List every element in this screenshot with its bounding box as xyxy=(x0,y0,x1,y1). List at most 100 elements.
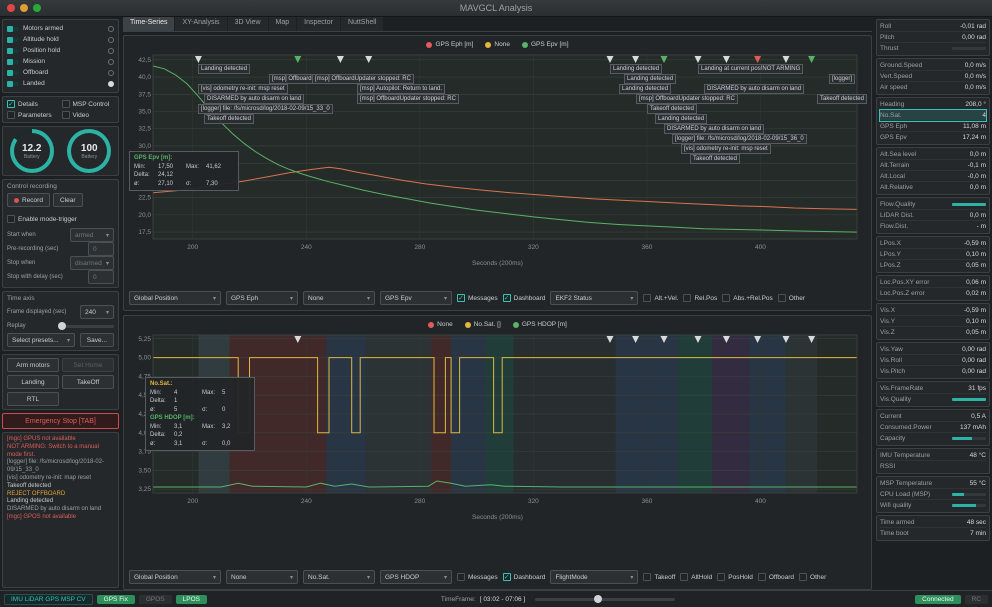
timeaxis-title: Time axis xyxy=(7,295,114,302)
select-stop-when[interactable]: disarmed▾ xyxy=(70,256,114,270)
checkbox-parameters[interactable]: Parameters xyxy=(7,111,60,119)
checkbox-video[interactable]: Video xyxy=(62,111,115,119)
tab-nuttshell[interactable]: NuttShell xyxy=(341,17,383,31)
checkbox-poshold[interactable]: PosHold xyxy=(717,573,753,581)
flag-toggle-icon xyxy=(7,27,19,31)
chevron-down-icon: ▾ xyxy=(106,309,109,316)
slider-knob[interactable] xyxy=(594,595,602,603)
x-tick-label: 280 xyxy=(414,498,425,505)
select-global-position[interactable]: Global Position▾ xyxy=(129,291,221,305)
chevron-down-icon: ▾ xyxy=(67,337,70,344)
legend-label: GPS Eph [m] xyxy=(435,41,473,48)
tab-inspector[interactable]: Inspector xyxy=(297,17,340,31)
select-gps-hdop[interactable]: GPS HDOP▾ xyxy=(380,570,452,584)
checkbox-dashboard[interactable]: ✓Dashboard xyxy=(503,294,546,302)
checkbox-messages[interactable]: Messages xyxy=(457,573,498,581)
flag-led-indicator xyxy=(108,70,114,76)
select-flightmode[interactable]: FlightMode▾ xyxy=(550,570,638,584)
slider-knob[interactable] xyxy=(58,322,66,330)
select-none[interactable]: None▾ xyxy=(226,570,298,584)
chevron-down-icon: ▾ xyxy=(213,574,216,581)
telemetry-value: 0,06 m xyxy=(966,279,986,286)
close-button[interactable] xyxy=(7,4,15,12)
y-tick-label: 4,00 xyxy=(138,430,151,437)
checkbox-label: PosHold xyxy=(728,574,753,581)
command-rtl[interactable]: RTL xyxy=(7,392,59,406)
telemetry-group: IMU Temperature48 °CRSSI xyxy=(876,448,990,474)
replay-slider[interactable] xyxy=(58,325,114,328)
y-tick-label: 32,5 xyxy=(138,126,151,133)
select-value: armed xyxy=(75,232,93,239)
telemetry-row-vis-roll: Vis.Roll0,00 rad xyxy=(880,355,986,366)
tab-map[interactable]: Map xyxy=(269,17,297,31)
telemetry-label: MSP Temperature xyxy=(880,480,932,487)
checkbox-icon xyxy=(643,573,651,581)
flag-led-indicator xyxy=(108,81,114,87)
record-button[interactable]: Record xyxy=(7,193,50,207)
select-no-sat[interactable]: No.Sat.▾ xyxy=(303,570,375,584)
mode-trigger-checkbox[interactable]: Enable mode-trigger xyxy=(7,215,77,223)
value-bar xyxy=(952,398,986,401)
legend-item: None xyxy=(428,321,453,328)
telemetry-value: 137 mAh xyxy=(960,424,986,431)
left-sidebar: Motors armedAltitude holdPosition holdMi… xyxy=(0,17,121,590)
checkbox-other[interactable]: Other xyxy=(799,573,826,581)
telemetry-value: 208,0 ° xyxy=(965,101,986,108)
checkbox-details[interactable]: ✓Details xyxy=(7,100,60,108)
command-arm-motors[interactable]: Arm motors xyxy=(7,358,59,372)
telemetry-label: Time armed xyxy=(880,519,914,526)
select-ekf2-status[interactable]: EKF2 Status▾ xyxy=(550,291,638,305)
checkbox-dashboard[interactable]: ✓Dashboard xyxy=(503,573,546,581)
time-series-chart-bottom[interactable]: 3,253,503,754,004,254,504,755,005,252002… xyxy=(127,331,863,509)
checkbox-icon: ✓ xyxy=(503,294,511,302)
chart-controls-bottom: Global Position▾ None▾ No.Sat.▾ GPS HDOP▾ Me… xyxy=(127,568,868,587)
checkbox-althold[interactable]: AltHold xyxy=(680,573,712,581)
y-tick-label: 3,75 xyxy=(138,449,151,456)
command-landing[interactable]: Landing xyxy=(7,375,59,389)
time-series-chart-top[interactable]: 17,520,022,525,027,530,032,535,037,540,0… xyxy=(127,51,863,255)
select-gps-epv[interactable]: GPS Epv▾ xyxy=(380,291,452,305)
save-preset-button[interactable]: Save... xyxy=(80,333,114,347)
legend-dot-icon xyxy=(485,42,491,48)
telemetry-label: Roll xyxy=(880,23,891,30)
y-tick-label: 3,25 xyxy=(138,486,151,493)
checkbox-offboard[interactable]: Offboard xyxy=(758,573,794,581)
tab-xy-analysis[interactable]: XY-Analysis xyxy=(175,17,226,31)
frame-displayed-select[interactable]: 240▾ xyxy=(80,305,114,319)
checkbox-msp-control[interactable]: MSP Control xyxy=(62,100,115,108)
telemetry-label: Vert.Speed xyxy=(880,73,912,80)
log-message: REJECT OFFBOARD xyxy=(7,491,114,499)
telemetry-value: -0,01 rad xyxy=(960,23,986,30)
select-value: disarmed xyxy=(75,260,102,267)
checkbox-abs-rel-pos[interactable]: Abs.+Rel.Pos xyxy=(722,294,773,302)
select-start-when[interactable]: armed▾ xyxy=(70,228,114,242)
flag-row-mission: Mission xyxy=(7,56,114,67)
telemetry-label: Vis.X xyxy=(880,307,895,314)
telemetry-value: 17,24 m xyxy=(963,134,987,141)
select-none[interactable]: None▾ xyxy=(303,291,375,305)
spinner-pre-recording-sec[interactable]: 0 xyxy=(88,242,114,256)
maximize-button[interactable] xyxy=(33,4,41,12)
checkbox-rel-pos[interactable]: Rel.Pos xyxy=(683,294,717,302)
checkbox-other[interactable]: Other xyxy=(778,294,805,302)
minimize-button[interactable] xyxy=(20,4,28,12)
checkbox-messages[interactable]: ✓Messages xyxy=(457,294,498,302)
tab-3d-view[interactable]: 3D View xyxy=(228,17,268,31)
select-gps-eph[interactable]: GPS Eph▾ xyxy=(226,291,298,305)
telemetry-group: MSP Temperature55 °CCPU Load (MSP)Wifi q… xyxy=(876,476,990,513)
clear-button[interactable]: Clear xyxy=(53,193,83,207)
checkbox-takeoff[interactable]: Takeoff xyxy=(643,573,675,581)
timeframe-slider[interactable] xyxy=(535,598,675,601)
command-takeoff[interactable]: TakeOff xyxy=(62,375,114,389)
select-global-position[interactable]: Global Position▾ xyxy=(129,570,221,584)
telemetry-label: Alt.Sea level xyxy=(880,151,916,158)
telemetry-row-rssi: RSSI xyxy=(880,461,986,472)
emergency-stop-button[interactable]: Emergency Stop [TAB] xyxy=(2,413,119,429)
telemetry-row-vis-quality: Vis.Quality xyxy=(880,394,986,405)
presets-select[interactable]: Select presets...▾ xyxy=(7,333,75,347)
telemetry-value: -0,59 m xyxy=(964,240,986,247)
spinner-stop-with-delay-sec[interactable]: 0 xyxy=(88,270,114,284)
x-axis-label-top: Seconds (200ms) xyxy=(127,260,868,269)
checkbox-alt-vel[interactable]: Alt.+Vel. xyxy=(643,294,678,302)
tab-time-series[interactable]: Time-Series xyxy=(123,17,174,31)
